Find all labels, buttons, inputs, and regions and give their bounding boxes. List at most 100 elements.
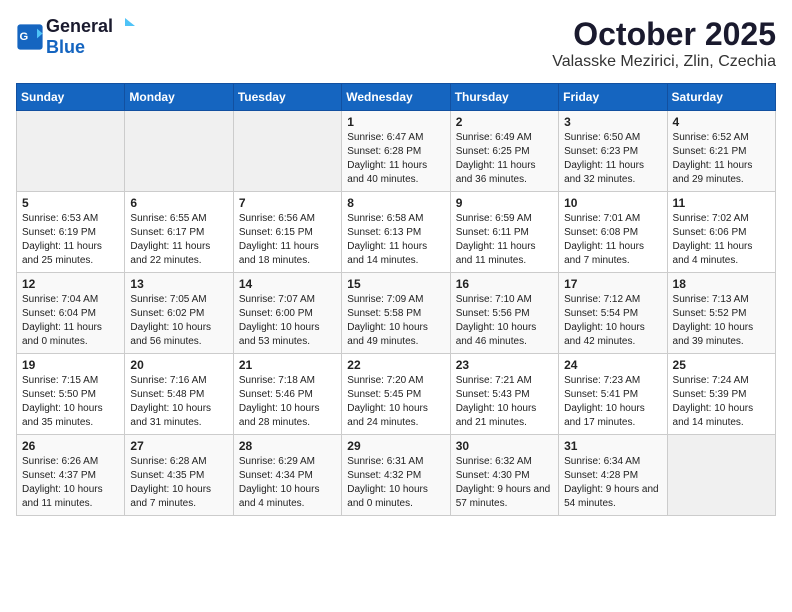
- day-number: 18: [673, 277, 770, 291]
- calendar-cell: 2 Sunrise: 6:49 AM Sunset: 6:25 PM Daylig…: [450, 111, 558, 192]
- cell-content: Sunrise: 7:09 AM Sunset: 5:58 PM Dayligh…: [347, 293, 444, 349]
- cell-content: Sunrise: 7:18 AM Sunset: 5:46 PM Dayligh…: [239, 374, 336, 430]
- calendar-week-row: 26Sunrise: 6:26 AM Sunset: 4:37 PM Dayli…: [17, 435, 776, 516]
- cell-content: Sunrise: 6:47 AM Sunset: 6:28 PM Dayligh…: [347, 131, 444, 187]
- calendar-week-row: 5 Sunrise: 6:53 AM Sunset: 6:19 PM Daylig…: [17, 192, 776, 273]
- day-number: 25: [673, 358, 770, 372]
- day-number: 28: [239, 439, 336, 453]
- day-number: 23: [456, 358, 553, 372]
- cell-content: Sunrise: 6:34 AM Sunset: 4:28 PM Dayligh…: [564, 455, 661, 511]
- day-number: 9: [456, 196, 553, 210]
- calendar-week-row: 19 Sunrise: 7:15 AM Sunset: 5:50 PM Dayli…: [17, 354, 776, 435]
- cell-content: Sunrise: 7:13 AM Sunset: 5:52 PM Dayligh…: [673, 293, 770, 349]
- cell-content: Sunrise: 6:52 AM Sunset: 6:21 PM Dayligh…: [673, 131, 770, 187]
- day-number: 1: [347, 115, 444, 129]
- calendar-cell: 22Sunrise: 7:20 AM Sunset: 5:45 PM Dayli…: [342, 354, 450, 435]
- day-number: 29: [347, 439, 444, 453]
- day-number: 11: [673, 196, 770, 210]
- day-number: 20: [130, 358, 227, 372]
- title-block: October 2025 Valasske Mezirici, Zlin, Cz…: [552, 16, 776, 71]
- weekday-header-cell: Wednesday: [342, 84, 450, 111]
- calendar-cell: 5 Sunrise: 6:53 AM Sunset: 6:19 PM Daylig…: [17, 192, 125, 273]
- cell-content: Sunrise: 7:01 AM Sunset: 6:08 PM Dayligh…: [564, 212, 661, 268]
- weekday-header-cell: Monday: [125, 84, 233, 111]
- day-number: 16: [456, 277, 553, 291]
- cell-content: Sunrise: 6:31 AM Sunset: 4:32 PM Dayligh…: [347, 455, 444, 511]
- page-header: G General Blue October 2025 Valasske Mez…: [16, 16, 776, 71]
- calendar-cell: 3Sunrise: 6:50 AM Sunset: 6:23 PM Daylig…: [559, 111, 667, 192]
- calendar-week-row: 1 Sunrise: 6:47 AM Sunset: 6:28 PM Daylig…: [17, 111, 776, 192]
- day-number: 19: [22, 358, 119, 372]
- calendar-cell: [233, 111, 341, 192]
- day-number: 31: [564, 439, 661, 453]
- cell-content: Sunrise: 7:05 AM Sunset: 6:02 PM Dayligh…: [130, 293, 227, 349]
- calendar-cell: 28Sunrise: 6:29 AM Sunset: 4:34 PM Dayli…: [233, 435, 341, 516]
- cell-content: Sunrise: 6:50 AM Sunset: 6:23 PM Dayligh…: [564, 131, 661, 187]
- calendar-cell: 31 Sunrise: 6:34 AM Sunset: 4:28 PM Dayli…: [559, 435, 667, 516]
- cell-content: Sunrise: 6:28 AM Sunset: 4:35 PM Dayligh…: [130, 455, 227, 511]
- calendar-cell: 4 Sunrise: 6:52 AM Sunset: 6:21 PM Daylig…: [667, 111, 775, 192]
- calendar-cell: 21 Sunrise: 7:18 AM Sunset: 5:46 PM Dayli…: [233, 354, 341, 435]
- cell-content: Sunrise: 7:15 AM Sunset: 5:50 PM Dayligh…: [22, 374, 119, 430]
- calendar-cell: 19 Sunrise: 7:15 AM Sunset: 5:50 PM Dayli…: [17, 354, 125, 435]
- calendar-cell: [17, 111, 125, 192]
- day-number: 12: [22, 277, 119, 291]
- logo-icon: G: [16, 23, 44, 51]
- calendar-cell: 16 Sunrise: 7:10 AM Sunset: 5:56 PM Dayli…: [450, 273, 558, 354]
- day-number: 2: [456, 115, 553, 129]
- day-number: 30: [456, 439, 553, 453]
- calendar-cell: [667, 435, 775, 516]
- calendar-cell: 8Sunrise: 6:58 AM Sunset: 6:13 PM Daylig…: [342, 192, 450, 273]
- calendar-cell: 7Sunrise: 6:56 AM Sunset: 6:15 PM Daylig…: [233, 192, 341, 273]
- cell-content: Sunrise: 7:21 AM Sunset: 5:43 PM Dayligh…: [456, 374, 553, 430]
- calendar-table: SundayMondayTuesdayWednesdayThursdayFrid…: [16, 83, 776, 516]
- calendar-cell: 24Sunrise: 7:23 AM Sunset: 5:41 PM Dayli…: [559, 354, 667, 435]
- day-number: 6: [130, 196, 227, 210]
- cell-content: Sunrise: 6:58 AM Sunset: 6:13 PM Dayligh…: [347, 212, 444, 268]
- cell-content: Sunrise: 6:56 AM Sunset: 6:15 PM Dayligh…: [239, 212, 336, 268]
- weekday-header-cell: Saturday: [667, 84, 775, 111]
- day-number: 4: [673, 115, 770, 129]
- cell-content: Sunrise: 6:53 AM Sunset: 6:19 PM Dayligh…: [22, 212, 119, 268]
- day-number: 5: [22, 196, 119, 210]
- location-title: Valasske Mezirici, Zlin, Czechia: [552, 53, 776, 71]
- day-number: 27: [130, 439, 227, 453]
- calendar-cell: 29 Sunrise: 6:31 AM Sunset: 4:32 PM Dayli…: [342, 435, 450, 516]
- calendar-cell: 9Sunrise: 6:59 AM Sunset: 6:11 PM Daylig…: [450, 192, 558, 273]
- day-number: 26: [22, 439, 119, 453]
- calendar-cell: 20 Sunrise: 7:16 AM Sunset: 5:48 PM Dayli…: [125, 354, 233, 435]
- cell-content: Sunrise: 7:24 AM Sunset: 5:39 PM Dayligh…: [673, 374, 770, 430]
- calendar-cell: 14 Sunrise: 7:07 AM Sunset: 6:00 PM Dayli…: [233, 273, 341, 354]
- cell-content: Sunrise: 6:55 AM Sunset: 6:17 PM Dayligh…: [130, 212, 227, 268]
- cell-content: Sunrise: 7:16 AM Sunset: 5:48 PM Dayligh…: [130, 374, 227, 430]
- calendar-cell: 10Sunrise: 7:01 AM Sunset: 6:08 PM Dayli…: [559, 192, 667, 273]
- calendar-cell: 1 Sunrise: 6:47 AM Sunset: 6:28 PM Daylig…: [342, 111, 450, 192]
- cell-content: Sunrise: 7:12 AM Sunset: 5:54 PM Dayligh…: [564, 293, 661, 349]
- svg-text:G: G: [20, 31, 29, 43]
- day-number: 17: [564, 277, 661, 291]
- calendar-cell: 11 Sunrise: 7:02 AM Sunset: 6:06 PM Dayli…: [667, 192, 775, 273]
- calendar-cell: 23 Sunrise: 7:21 AM Sunset: 5:43 PM Dayli…: [450, 354, 558, 435]
- calendar-cell: 12Sunrise: 7:04 AM Sunset: 6:04 PM Dayli…: [17, 273, 125, 354]
- cell-content: Sunrise: 7:02 AM Sunset: 6:06 PM Dayligh…: [673, 212, 770, 268]
- cell-content: Sunrise: 7:10 AM Sunset: 5:56 PM Dayligh…: [456, 293, 553, 349]
- weekday-header-cell: Friday: [559, 84, 667, 111]
- calendar-cell: [125, 111, 233, 192]
- day-number: 21: [239, 358, 336, 372]
- month-title: October 2025: [552, 16, 776, 53]
- calendar-cell: 30Sunrise: 6:32 AM Sunset: 4:30 PM Dayli…: [450, 435, 558, 516]
- day-number: 14: [239, 277, 336, 291]
- cell-content: Sunrise: 7:23 AM Sunset: 5:41 PM Dayligh…: [564, 374, 661, 430]
- weekday-header-cell: Tuesday: [233, 84, 341, 111]
- calendar-cell: 15 Sunrise: 7:09 AM Sunset: 5:58 PM Dayli…: [342, 273, 450, 354]
- logo-blue: Blue: [46, 37, 137, 58]
- cell-content: Sunrise: 6:49 AM Sunset: 6:25 PM Dayligh…: [456, 131, 553, 187]
- day-number: 15: [347, 277, 444, 291]
- calendar-cell: 25 Sunrise: 7:24 AM Sunset: 5:39 PM Dayli…: [667, 354, 775, 435]
- calendar-cell: 27 Sunrise: 6:28 AM Sunset: 4:35 PM Dayli…: [125, 435, 233, 516]
- day-number: 22: [347, 358, 444, 372]
- weekday-header-cell: Thursday: [450, 84, 558, 111]
- weekday-header-row: SundayMondayTuesdayWednesdayThursdayFrid…: [17, 84, 776, 111]
- calendar-cell: 17 Sunrise: 7:12 AM Sunset: 5:54 PM Dayli…: [559, 273, 667, 354]
- cell-content: Sunrise: 7:07 AM Sunset: 6:00 PM Dayligh…: [239, 293, 336, 349]
